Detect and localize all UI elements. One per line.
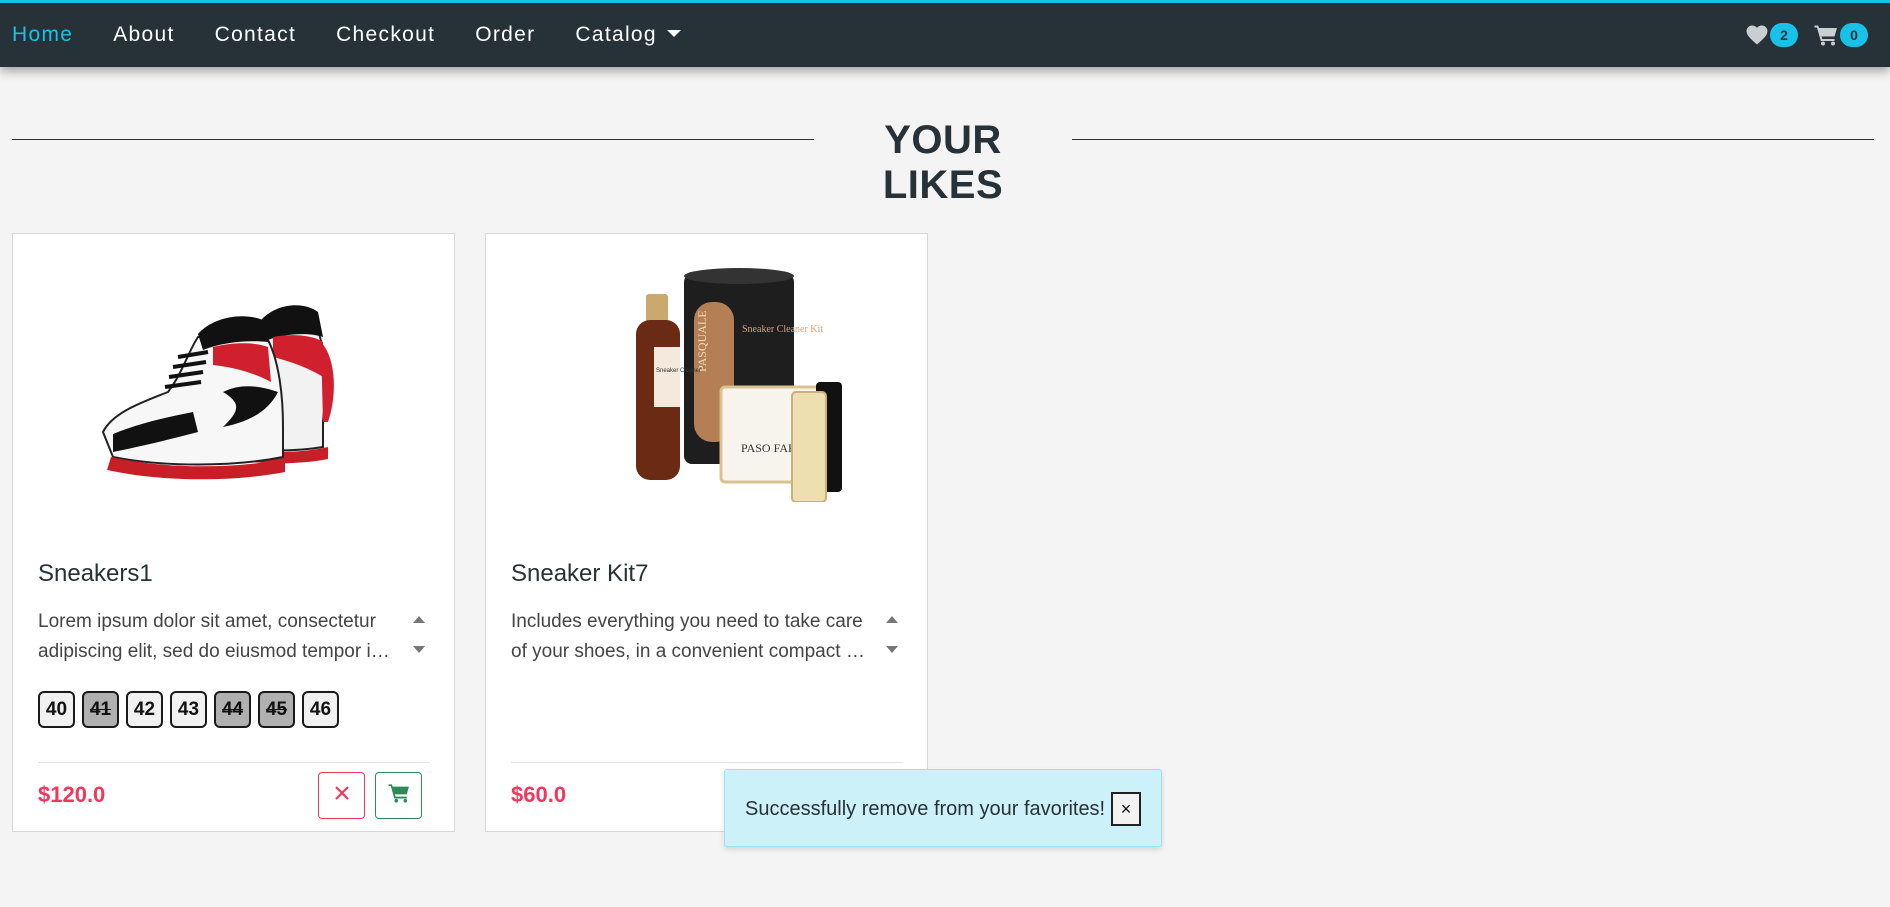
notification-toast: Successfully remove from your favorites!… — [724, 769, 1162, 847]
heading-divider-left — [12, 139, 814, 140]
top-navbar: Home About Contact Checkout Order Catalo… — [0, 0, 1890, 67]
scroll-down-icon[interactable] — [886, 646, 898, 653]
nav-checkout[interactable]: Checkout — [336, 23, 435, 47]
product-price: $60.0 — [511, 782, 567, 807]
size-option[interactable]: 40 — [38, 691, 75, 728]
heart-icon — [1746, 25, 1768, 45]
toast-message: Successfully remove from your favorites! — [745, 798, 1106, 820]
card-divider — [511, 762, 903, 763]
remove-favorite-button[interactable] — [318, 772, 365, 819]
brand-label: PASQUALE — [695, 310, 709, 372]
nav-links: Home About Contact Checkout Order Catalo… — [12, 23, 721, 47]
size-option-unavailable[interactable]: 41 — [82, 691, 119, 728]
cart-link[interactable]: 0 — [1814, 23, 1868, 47]
nav-home[interactable]: Home — [12, 23, 73, 47]
scroll-up-icon[interactable] — [886, 616, 898, 623]
description-scrollbar[interactable] — [413, 616, 427, 660]
product-description: Lorem ipsum dolor sit amet, consectetur … — [38, 607, 398, 667]
favorites-link[interactable]: 2 — [1746, 23, 1798, 47]
toast-close-button[interactable]: × — [1111, 792, 1141, 826]
cart-icon — [388, 783, 410, 808]
card-divider — [38, 762, 430, 763]
product-price: $120.0 — [38, 782, 106, 807]
cart-count-badge: 0 — [1840, 23, 1868, 47]
sneaker-cleaner-kit-image[interactable]: PASQUALE Sneaker Cleaner Kit Sneaker Cle… — [546, 262, 866, 503]
close-icon — [334, 786, 349, 805]
heading-divider-right — [1072, 139, 1874, 140]
product-card: Sneakers1 Lorem ipsum dolor sit amet, co… — [12, 233, 455, 832]
product-description-line: Includes everything you need to take car… — [511, 611, 863, 632]
caret-down-icon — [666, 29, 681, 37]
product-description: Includes everything you need to take car… — [511, 607, 871, 667]
product-description-line: Lorem ipsum dolor sit amet, consectetur — [38, 611, 376, 632]
size-option[interactable]: 42 — [126, 691, 163, 728]
bottle-label: Sneaker Cleaner — [656, 368, 701, 374]
nav-order[interactable]: Order — [475, 23, 535, 47]
favorites-count-badge: 2 — [1770, 23, 1798, 47]
product-card: PASQUALE Sneaker Cleaner Kit Sneaker Cle… — [485, 233, 928, 832]
product-name: Sneakers1 — [38, 560, 153, 587]
product-name: Sneaker Kit7 — [511, 560, 649, 587]
product-description-line: of your shoes, in a convenient compact c… — [511, 641, 871, 662]
nav-catalog-dropdown[interactable]: Catalog — [575, 23, 681, 47]
size-option-unavailable[interactable]: 45 — [258, 691, 295, 728]
section-heading: YOUR LIKES — [12, 112, 1874, 207]
product-description-line: adipiscing elit, sed do eiusmod tempor i… — [38, 641, 398, 662]
cart-icon — [1814, 24, 1838, 46]
size-option[interactable]: 46 — [302, 691, 339, 728]
size-option[interactable]: 43 — [170, 691, 207, 728]
description-scrollbar[interactable] — [886, 616, 900, 660]
scroll-up-icon[interactable] — [413, 616, 425, 623]
nav-right: 2 0 — [1730, 3, 1868, 67]
nav-catalog-label: Catalog — [575, 23, 657, 46]
sneakers-image[interactable] — [73, 262, 393, 502]
nav-about[interactable]: About — [113, 23, 174, 47]
page-title: YOUR LIKES — [882, 118, 1004, 207]
kit-label: Sneaker Cleaner Kit — [742, 324, 823, 335]
size-selector: 40 41 42 43 44 45 46 — [38, 691, 346, 728]
nav-contact[interactable]: Contact — [215, 23, 296, 47]
cloth-label: PASO FAR — [741, 441, 796, 455]
size-option-unavailable[interactable]: 44 — [214, 691, 251, 728]
scroll-down-icon[interactable] — [413, 646, 425, 653]
add-to-cart-button[interactable] — [375, 772, 422, 819]
